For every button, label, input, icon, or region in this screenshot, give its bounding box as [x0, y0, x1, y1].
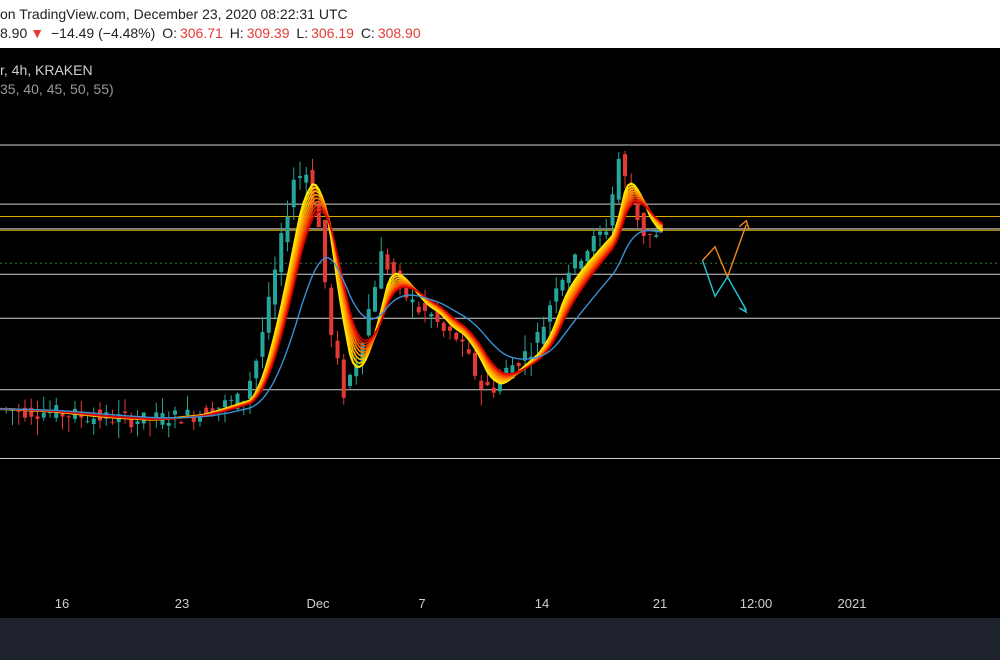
open-label: O: [162, 25, 177, 41]
candle-body [554, 288, 559, 302]
candle-body [35, 416, 40, 419]
candle-body [585, 250, 590, 262]
candle-body [598, 231, 602, 235]
symbol-legend: r, 4h, KRAKEN [0, 62, 93, 78]
x-tick-label: 16 [55, 596, 69, 611]
candle-body [260, 332, 265, 357]
candle-body [448, 326, 452, 331]
candle-body [460, 339, 465, 342]
candle-body [541, 326, 546, 345]
candle-body [560, 279, 565, 291]
candle-body [366, 309, 371, 336]
candle-body [548, 305, 552, 322]
x-tick-label: 7 [418, 596, 425, 611]
low-label: L: [296, 25, 309, 41]
candle-body [273, 269, 277, 305]
candle-body [573, 254, 577, 269]
candle-body [410, 299, 415, 303]
candle-body [266, 296, 271, 333]
last-price: 8.90 [0, 25, 28, 41]
candle-body [454, 332, 459, 340]
high-label: H: [229, 25, 244, 41]
candle-body [85, 421, 90, 423]
candle-body [298, 176, 302, 178]
candle-body [291, 179, 296, 208]
candle-body [185, 409, 190, 416]
candle-body [579, 260, 584, 269]
candle-body [329, 287, 334, 335]
candle-body [379, 251, 384, 289]
candle-body [466, 349, 471, 354]
x-tick-label: 23 [175, 596, 189, 611]
candle-body [166, 422, 171, 426]
candle-body [373, 287, 377, 312]
price-change: −14.49 (−4.48%) [51, 25, 156, 41]
bottom-bar [0, 618, 1000, 660]
ohlc-line: 8.90 ▼ −14.49 (−4.48%) O: 306.71 H: 309.39 … [0, 25, 424, 41]
candle-body [91, 418, 96, 425]
candle-body [591, 236, 596, 252]
candle-body [335, 340, 340, 359]
low-value: 306.19 [311, 25, 354, 41]
candle-body [123, 411, 127, 414]
indicator-legend: 35, 40, 45, 50, 55) [0, 81, 114, 97]
candle-body [566, 272, 571, 283]
candle-body [610, 194, 615, 226]
candle-body [348, 374, 352, 386]
candle-body [229, 399, 234, 401]
candle-body [385, 254, 390, 270]
projection-orange-path [701, 224, 747, 279]
candle-body [279, 233, 284, 273]
candle-body [441, 322, 446, 331]
candle-body [179, 422, 184, 424]
x-tick-label: 21 [653, 596, 667, 611]
candle-body [416, 306, 421, 313]
candle-body [635, 201, 640, 221]
high-value: 309.39 [246, 25, 290, 41]
publish-info: on TradingView.com, December 23, 2020 08… [0, 6, 348, 22]
down-arrow-icon: ▼ [30, 25, 45, 41]
close-value: 308.90 [377, 25, 421, 41]
candle-body [473, 353, 477, 376]
candle-body [491, 387, 496, 393]
open-value: 306.71 [179, 25, 223, 41]
candle-body [429, 314, 434, 317]
candle-body [254, 360, 259, 379]
candle-body [648, 233, 652, 235]
candle-body [341, 359, 346, 398]
candle-body [654, 235, 659, 237]
candle-body [110, 421, 115, 423]
chart-header: on TradingView.com, December 23, 2020 08… [0, 0, 1000, 48]
candle-body [304, 174, 309, 183]
candle-body [41, 412, 46, 418]
candle-body [216, 407, 221, 409]
candle-body [479, 380, 484, 390]
candle-body [485, 381, 490, 386]
candle-body [248, 380, 252, 399]
candle-body [604, 231, 609, 235]
x-tick-label: Dec [306, 596, 330, 611]
candle-body [285, 216, 290, 243]
candle-body [135, 421, 140, 425]
candle-body [516, 363, 521, 367]
candle-body [535, 331, 540, 343]
candle-body [616, 158, 621, 200]
candle-body [173, 410, 177, 415]
x-tick-label: 2021 [838, 596, 867, 611]
close-label: C: [360, 25, 375, 41]
x-tick-label: 12:00 [740, 596, 773, 611]
x-tick-label: 14 [535, 596, 549, 611]
price-chart[interactable]: 16 23 Dec 7 14 21 12:00 2021 [0, 48, 1000, 618]
candle-body [323, 219, 327, 283]
candle-body [641, 212, 646, 236]
candle-body [66, 416, 71, 418]
candle-body [223, 400, 227, 408]
candle-body [623, 154, 627, 177]
